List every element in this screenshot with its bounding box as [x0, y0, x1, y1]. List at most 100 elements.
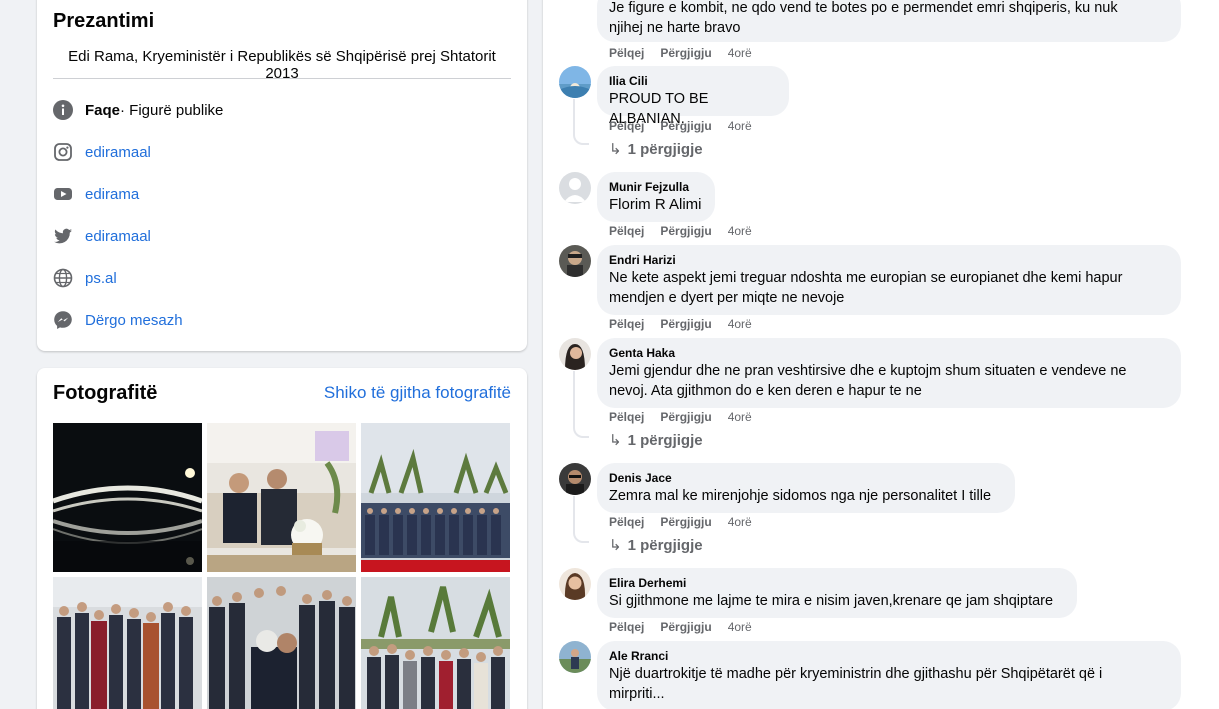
like-button[interactable]: Pëlqej: [609, 46, 644, 60]
view-replies-link[interactable]: ↳ 1 përgjigje: [609, 140, 703, 159]
comment-author[interactable]: Munir Fejzulla: [609, 179, 703, 195]
intro-row-category: Faqe · Figurë publike: [53, 99, 223, 121]
comment-timestamp[interactable]: 4orë: [728, 224, 752, 238]
comment-author[interactable]: Ale Rranci: [609, 648, 1169, 664]
comment-author[interactable]: Endri Harizi: [609, 252, 1169, 268]
comment-actions: Pëlqej Përgjigju 4orë: [609, 317, 752, 331]
thread-line: [573, 371, 589, 438]
avatar[interactable]: [559, 0, 591, 14]
photo-thumbnail[interactable]: [53, 423, 202, 572]
photo-thumbnail[interactable]: [361, 423, 510, 572]
comment-text: Ne kete aspekt jemi treguar ndoshta me e…: [609, 270, 1123, 286]
comments-panel: Je figure e kombit, ne qdo vend te botes…: [543, 0, 1219, 709]
comment-text: Si gjithmone me lajme te mira e nisim ja…: [609, 593, 1054, 609]
thread-line: [573, 99, 589, 145]
avatar[interactable]: [559, 641, 591, 673]
comment-author[interactable]: Elira Derhemi: [609, 575, 1065, 591]
like-button[interactable]: Pëlqej: [609, 317, 644, 331]
intro-row-message[interactable]: Dërgo mesazh: [53, 309, 183, 331]
comment-author[interactable]: Denis Jace: [609, 470, 1003, 486]
comment-timestamp[interactable]: 4orë: [728, 620, 752, 634]
comment-text: mendjen e dyert per miqte ne nevoje: [609, 290, 845, 306]
intro-row-twitter[interactable]: ediramaal: [53, 225, 151, 247]
comment-bubble: Denis Jace Zemra mal ke mirenjohje sidom…: [597, 463, 1015, 513]
comment-bubble: Ilia Cili PROUD TO BE ALBANIAN.: [597, 66, 789, 127]
instagram-icon: [53, 142, 73, 162]
comment-bubble: Endri Harizi Ne kete aspekt jemi treguar…: [597, 245, 1181, 315]
comment-timestamp[interactable]: 4orë: [728, 119, 752, 133]
like-button[interactable]: Pëlqej: [609, 119, 644, 133]
comment-text: Një duartrokitje të madhe për kryeminist…: [609, 666, 1103, 682]
divider: [53, 78, 511, 79]
reply-button[interactable]: Përgjigju: [660, 317, 711, 331]
see-all-photos-link[interactable]: Shiko të gjitha fotografitë: [324, 383, 511, 403]
comment-actions: Pëlqej Përgjigju 4orë: [609, 224, 752, 238]
comment-actions: Pëlqej Përgjigju 4orë: [609, 515, 752, 529]
comment-author[interactable]: Genta Haka: [609, 345, 1169, 361]
comment-text: Je figure e kombit, ne qdo vend te botes…: [609, 0, 1118, 16]
like-button[interactable]: Pëlqej: [609, 410, 644, 424]
avatar[interactable]: [559, 463, 591, 495]
intro-row-instagram[interactable]: ediramaal: [53, 141, 151, 163]
youtube-link[interactable]: edirama: [85, 186, 139, 203]
photo-thumbnail[interactable]: [53, 577, 202, 709]
comment-bubble: Elira Derhemi Si gjithmone me lajme te m…: [597, 568, 1077, 618]
intro-row-youtube[interactable]: edirama: [53, 183, 139, 205]
avatar[interactable]: [559, 245, 591, 277]
photo-thumbnail[interactable]: [207, 577, 356, 709]
page-type: Faqe: [85, 101, 121, 119]
reply-button[interactable]: Përgjigju: [660, 46, 711, 60]
messenger-icon: [53, 310, 73, 330]
photos-card: Fotografitë Shiko të gjitha fotografitë: [37, 368, 527, 709]
avatar[interactable]: [559, 568, 591, 600]
comment-actions: Pëlqej Përgjigju 4orë: [609, 119, 752, 133]
comment-bubble: Ale Rranci Një duartrokitje të madhe për…: [597, 641, 1181, 709]
like-button[interactable]: Pëlqej: [609, 515, 644, 529]
intro-bio: Edi Rama, Kryeministër i Republikës së S…: [68, 48, 496, 82]
comment-text: mirpriti...: [609, 686, 665, 702]
like-button[interactable]: Pëlqej: [609, 224, 644, 238]
comment-timestamp[interactable]: 4orë: [728, 515, 752, 529]
comment-author[interactable]: Ilia Cili: [609, 73, 777, 89]
comment-timestamp[interactable]: 4orë: [728, 317, 752, 331]
send-message-link[interactable]: Dërgo mesazh: [85, 312, 183, 329]
avatar[interactable]: [559, 66, 591, 98]
comment-actions: Pëlqej Përgjigju 4orë: [609, 620, 752, 634]
comment-actions: Pëlqej Përgjigju 4orë: [609, 46, 752, 60]
like-button[interactable]: Pëlqej: [609, 620, 644, 634]
photo-thumbnail[interactable]: [361, 577, 510, 709]
instagram-link[interactable]: ediramaal: [85, 144, 151, 161]
twitter-icon: [53, 226, 73, 246]
comment-text: nevoj. Ata gjithmon do e ken deren e hap…: [609, 383, 922, 399]
thread-line: [573, 496, 589, 543]
mention-link[interactable]: Florim R Alimi: [609, 195, 703, 215]
youtube-icon: [53, 184, 73, 204]
reply-button[interactable]: Përgjigju: [660, 515, 711, 529]
reply-button[interactable]: Përgjigju: [660, 119, 711, 133]
comment-timestamp[interactable]: 4orë: [728, 46, 752, 60]
comment-actions: Pëlqej Përgjigju 4orë: [609, 410, 752, 424]
comment-text: Jemi gjendur dhe ne pran veshtirsive dhe…: [609, 363, 1127, 379]
intro-card: Prezantimi Edi Rama, Kryeministër i Repu…: [37, 0, 527, 351]
view-replies-link[interactable]: ↳ 1 përgjigje: [609, 536, 703, 555]
comment-timestamp[interactable]: 4orë: [728, 410, 752, 424]
reply-button[interactable]: Përgjigju: [660, 620, 711, 634]
reply-arrow-icon: ↳: [609, 537, 622, 554]
replies-count: 1 përgjigje: [627, 536, 703, 554]
comment-bubble: Je figure e kombit, ne qdo vend te botes…: [597, 0, 1181, 42]
reply-button[interactable]: Përgjigju: [660, 224, 711, 238]
replies-count: 1 përgjigje: [627, 140, 703, 158]
replies-count: 1 përgjigje: [627, 431, 703, 449]
reply-arrow-icon: ↳: [609, 141, 622, 158]
intro-row-website[interactable]: ps.al: [53, 267, 117, 289]
photo-thumbnail[interactable]: [207, 423, 356, 572]
globe-icon: [53, 268, 73, 288]
view-replies-link[interactable]: ↳ 1 përgjigje: [609, 431, 703, 450]
avatar[interactable]: [559, 172, 591, 204]
twitter-link[interactable]: ediramaal: [85, 228, 151, 245]
website-link[interactable]: ps.al: [85, 270, 117, 287]
avatar[interactable]: [559, 338, 591, 370]
comment-text: Zemra mal ke mirenjohje sidomos nga nje …: [609, 488, 992, 504]
comment-bubble: Munir Fejzulla Florim R Alimi: [597, 172, 715, 222]
reply-button[interactable]: Përgjigju: [660, 410, 711, 424]
